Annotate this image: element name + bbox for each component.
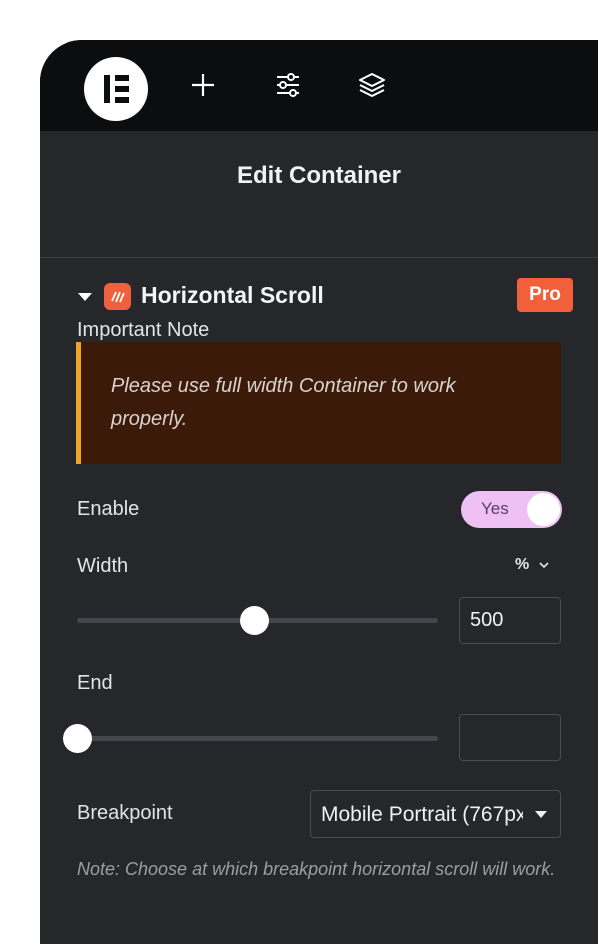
add-element-button[interactable]	[188, 70, 218, 100]
slider-thumb[interactable]	[63, 724, 92, 753]
width-label: Width	[77, 555, 129, 577]
caret-down-icon[interactable]	[77, 290, 93, 304]
editor-panel: Edit Container Horizontal Scroll Pro Imp…	[40, 40, 598, 944]
elementor-logo-button[interactable]	[84, 57, 148, 121]
end-label: End	[77, 672, 113, 694]
slider-track	[77, 736, 438, 741]
site-settings-button[interactable]	[273, 70, 303, 100]
important-note-text: Please use full width Container to work …	[111, 375, 456, 430]
horizontal-scroll-addon-icon	[104, 283, 131, 310]
end-slider[interactable]	[63, 718, 438, 758]
important-note-box: Please use full width Container to work …	[76, 342, 561, 464]
unit-value: %	[515, 556, 530, 573]
elementor-logo-icon	[104, 75, 129, 103]
navigator-button[interactable]	[357, 70, 387, 100]
caret-down-icon	[535, 811, 547, 818]
width-unit-select[interactable]: %	[515, 556, 549, 574]
end-input[interactable]	[459, 714, 561, 761]
enable-label: Enable	[77, 498, 140, 520]
toggle-label: Yes	[481, 499, 509, 518]
section-title[interactable]: Horizontal Scroll	[141, 282, 324, 309]
chevron-down-icon	[539, 562, 549, 569]
sliders-icon	[277, 73, 299, 97]
page-title: Edit Container	[236, 162, 401, 189]
enable-toggle[interactable]: Yes	[461, 491, 562, 528]
top-toolbar	[40, 40, 598, 131]
breakpoint-selected-value: Mobile Portrait (767px)	[321, 803, 523, 826]
width-slider[interactable]	[77, 600, 438, 640]
section-header-horizontal-scroll[interactable]: Horizontal Scroll Pro	[77, 277, 573, 317]
width-input[interactable]	[459, 597, 561, 644]
plus-icon	[192, 74, 214, 96]
pro-badge: Pro	[517, 278, 573, 312]
panel-header: Edit Container	[40, 131, 598, 258]
breakpoint-select[interactable]: Mobile Portrait (767px)	[310, 790, 561, 838]
layers-icon	[359, 73, 385, 97]
toggle-knob	[527, 493, 560, 526]
slider-thumb[interactable]	[240, 606, 269, 635]
breakpoint-help-note: Note: Choose at which breakpoint horizon…	[77, 859, 556, 879]
important-note-label: Important Note	[77, 319, 210, 341]
breakpoint-label: Breakpoint	[77, 802, 173, 824]
